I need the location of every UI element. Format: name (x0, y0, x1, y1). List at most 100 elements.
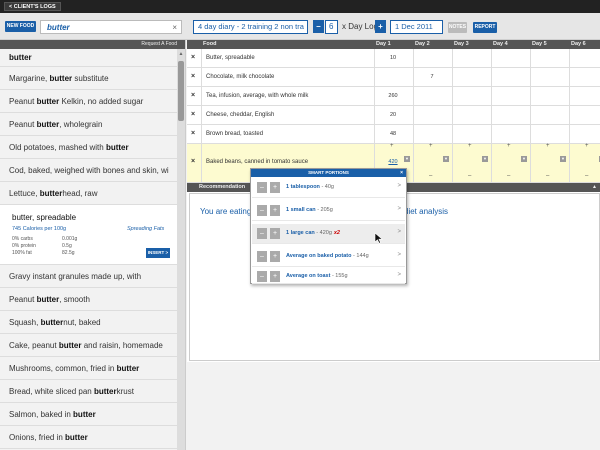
list-item[interactable]: Peanut butter, smooth (0, 288, 185, 311)
portion-plus-button[interactable]: + (270, 205, 280, 216)
clients-logs-button[interactable]: < CLIENT'S LOGS (4, 2, 61, 11)
list-item[interactable]: Salmon, baked in butter (0, 403, 185, 426)
remove-row-icon[interactable]: × (191, 111, 195, 118)
increase-qty-icon[interactable]: + (585, 143, 589, 149)
increase-qty-icon[interactable]: + (390, 143, 394, 149)
list-item[interactable]: Squash, butternut, baked (0, 311, 185, 334)
new-food-button[interactable]: NEW FOOD (5, 21, 36, 32)
search-input[interactable]: butter × (40, 20, 182, 34)
close-icon[interactable]: × (400, 169, 403, 177)
scroll-thumb[interactable] (178, 61, 184, 121)
popup-title-label: SMART PORTIONS (308, 170, 349, 175)
day-value[interactable]: 420 (374, 159, 412, 165)
date-input[interactable]: 1 Dec 2011 (390, 20, 443, 34)
portion-plus-button[interactable]: + (270, 228, 280, 239)
search-value: butter (47, 23, 70, 32)
notes-button[interactable]: NOTES (448, 22, 467, 33)
list-item-text: Gravy instant granules made up, with (9, 272, 142, 281)
day-column-header: Day 1 (376, 40, 412, 49)
diet-analysis-link[interactable]: diet analysis (404, 207, 448, 216)
chevron-right-icon: > (397, 229, 401, 235)
list-item[interactable]: Gravy instant granules made up, with (0, 265, 185, 288)
increase-qty-icon[interactable]: + (546, 143, 550, 149)
decrease-qty-icon[interactable]: – (468, 173, 471, 179)
portion-grams: - 420g (314, 230, 332, 236)
portion-plus-button[interactable]: + (270, 271, 280, 282)
portion-plus-button[interactable]: + (270, 251, 280, 262)
lower-area (187, 362, 600, 450)
list-item[interactable]: Mushrooms, common, fried in butter (0, 357, 185, 380)
remove-row-icon[interactable]: × (191, 54, 195, 61)
remove-row-icon[interactable]: × (191, 92, 195, 99)
increase-qty-icon[interactable]: + (429, 143, 433, 149)
portion-option[interactable]: – + Average on baked potato - 144g > (252, 247, 405, 267)
decrease-days-button[interactable]: – (313, 20, 324, 33)
list-item-text: Peanut (9, 295, 37, 304)
list-item-match: butter (65, 433, 88, 442)
increase-qty-icon[interactable]: + (507, 143, 511, 149)
list-item[interactable]: Old potatoes, mashed with butter (0, 136, 185, 159)
smart-portions-popup: SMART PORTIONS × – +1 tablespoon - 40g > – +… (250, 168, 407, 284)
chevron-right-icon: > (397, 206, 401, 212)
table-row: × Cheese, cheddar, English 20 (187, 106, 600, 125)
day-column-header: Day 3 (454, 40, 490, 49)
list-item-match: butter (49, 74, 73, 83)
edit-qty-icon[interactable]: ▼ (443, 156, 449, 162)
portion-option[interactable]: – +1 tablespoon - 40g > (252, 178, 405, 198)
list-item[interactable]: Margarine, butter substitute (0, 67, 185, 90)
remove-row-icon[interactable]: × (191, 130, 195, 137)
day-column-header: Day 4 (493, 40, 529, 49)
edit-qty-icon[interactable]: ▼ (560, 156, 566, 162)
edit-qty-icon[interactable]: ▼ (521, 156, 527, 162)
list-item-text: , wholegrain (59, 120, 103, 129)
list-item[interactable]: Cake, peanut butter and raisin, homemade (0, 334, 185, 357)
scroll-up-icon[interactable]: ▲ (178, 51, 184, 57)
list-item-text: Salmon, baked in (9, 410, 74, 419)
day-column-header: Day 6 (571, 40, 600, 49)
list-item[interactable]: butter (0, 49, 185, 67)
portion-minus-button[interactable]: – (257, 205, 267, 216)
list-item-match: butter (40, 318, 64, 327)
portion-minus-button[interactable]: – (257, 182, 267, 193)
portion-option[interactable]: – + Average on toast - 155g > (252, 270, 405, 284)
list-item[interactable]: Peanut butter Kelkin, no added sugar (0, 90, 185, 113)
clear-search-icon[interactable]: × (172, 23, 177, 32)
results-group-bottom: Gravy instant granules made up, with Pea… (0, 265, 185, 450)
increase-days-button[interactable]: + (375, 20, 386, 33)
list-item-text: Lettuce, (9, 189, 40, 198)
portion-plus-button[interactable]: + (270, 182, 280, 193)
list-item[interactable]: Lettuce, butterhead, raw (0, 182, 185, 205)
table-row: × Butter, spreadable 10 (187, 49, 600, 68)
chevron-right-icon: > (397, 252, 401, 258)
list-item[interactable]: Peanut butter, wholegrain (0, 113, 185, 136)
list-item[interactable]: Cod, baked, weighed with bones and skin,… (0, 159, 185, 182)
remove-row-icon[interactable]: × (191, 73, 195, 80)
decrease-qty-icon[interactable]: – (546, 173, 549, 179)
edit-qty-icon[interactable]: ▼ (482, 156, 488, 162)
list-item[interactable]: Bread, white sliced pan butterkrust (0, 380, 185, 403)
request-food-link[interactable]: Request A Food (0, 40, 185, 49)
portion-option[interactable]: – +1 small can - 205g > (252, 201, 405, 221)
table-row: × Brown bread, toasted 48 (187, 125, 600, 144)
results-scrollbar[interactable]: ▲ (177, 49, 185, 450)
portion-minus-button[interactable]: – (257, 251, 267, 262)
day-value: 7 (430, 74, 434, 80)
day-count-input[interactable]: 6 (325, 20, 338, 34)
decrease-qty-icon[interactable]: – (507, 173, 510, 179)
day-column-header: Day 2 (415, 40, 451, 49)
collapse-icon[interactable]: ▲ (592, 183, 597, 192)
portion-minus-button[interactable]: – (257, 271, 267, 282)
increase-qty-icon[interactable]: + (468, 143, 472, 149)
list-item[interactable]: Onions, fried in butter (0, 426, 185, 449)
remove-row-icon[interactable]: × (191, 158, 195, 165)
list-item-match: butter (73, 410, 96, 419)
report-button[interactable]: REPORT (473, 22, 497, 33)
macro-label: 100% fat (12, 250, 32, 256)
decrease-qty-icon[interactable]: – (429, 173, 432, 179)
insert-button[interactable]: INSERT > (146, 248, 170, 258)
diary-select[interactable]: 4 day diary - 2 training 2 non tra (193, 20, 308, 34)
decrease-qty-icon[interactable]: – (585, 173, 588, 179)
food-name: Brown bread, toasted (206, 131, 264, 137)
portion-minus-button[interactable]: – (257, 228, 267, 239)
portion-grams: - 155g (330, 273, 348, 279)
